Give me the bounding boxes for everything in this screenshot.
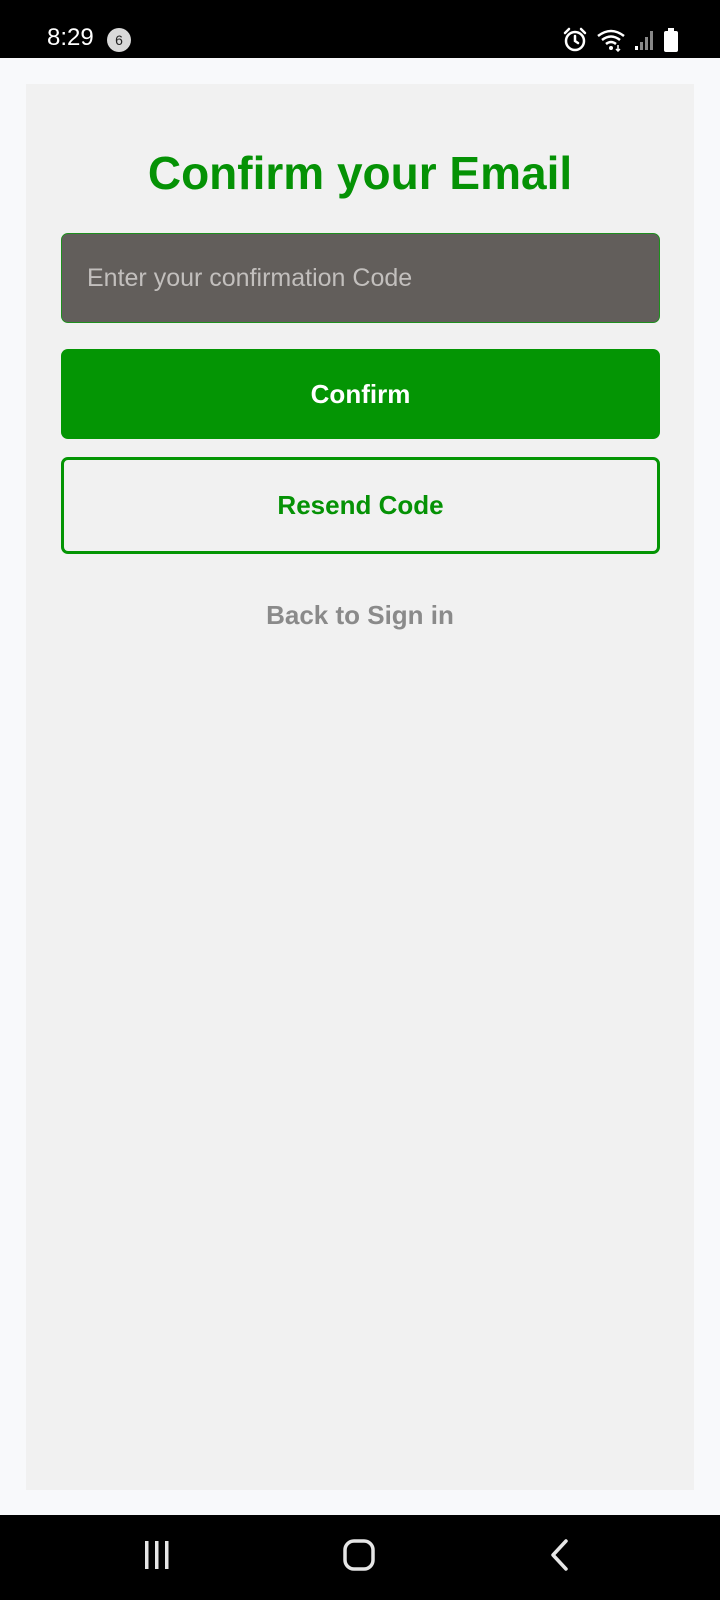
home-icon bbox=[342, 1538, 376, 1577]
signal-icon bbox=[634, 29, 656, 51]
alarm-icon bbox=[562, 27, 588, 53]
recent-apps-button[interactable] bbox=[97, 1515, 217, 1600]
confirmation-code-input[interactable] bbox=[61, 233, 660, 323]
notification-count-badge: 6 bbox=[107, 28, 131, 52]
recent-apps-icon bbox=[142, 1540, 172, 1575]
wifi-icon bbox=[596, 28, 626, 52]
navigation-bar bbox=[0, 1515, 720, 1600]
status-icons bbox=[562, 26, 678, 54]
resend-code-button[interactable]: Resend Code bbox=[61, 457, 660, 554]
back-button[interactable] bbox=[500, 1515, 620, 1600]
confirm-button[interactable]: Confirm bbox=[61, 349, 660, 439]
back-icon bbox=[549, 1538, 571, 1577]
battery-icon bbox=[664, 28, 678, 52]
status-bar: 8:29 6 bbox=[0, 0, 720, 58]
home-button[interactable] bbox=[299, 1515, 419, 1600]
back-to-sign-in-link[interactable]: Back to Sign in bbox=[0, 598, 720, 632]
page-title: Confirm your Email bbox=[147, 147, 573, 199]
status-time: 8:29 bbox=[47, 24, 94, 51]
